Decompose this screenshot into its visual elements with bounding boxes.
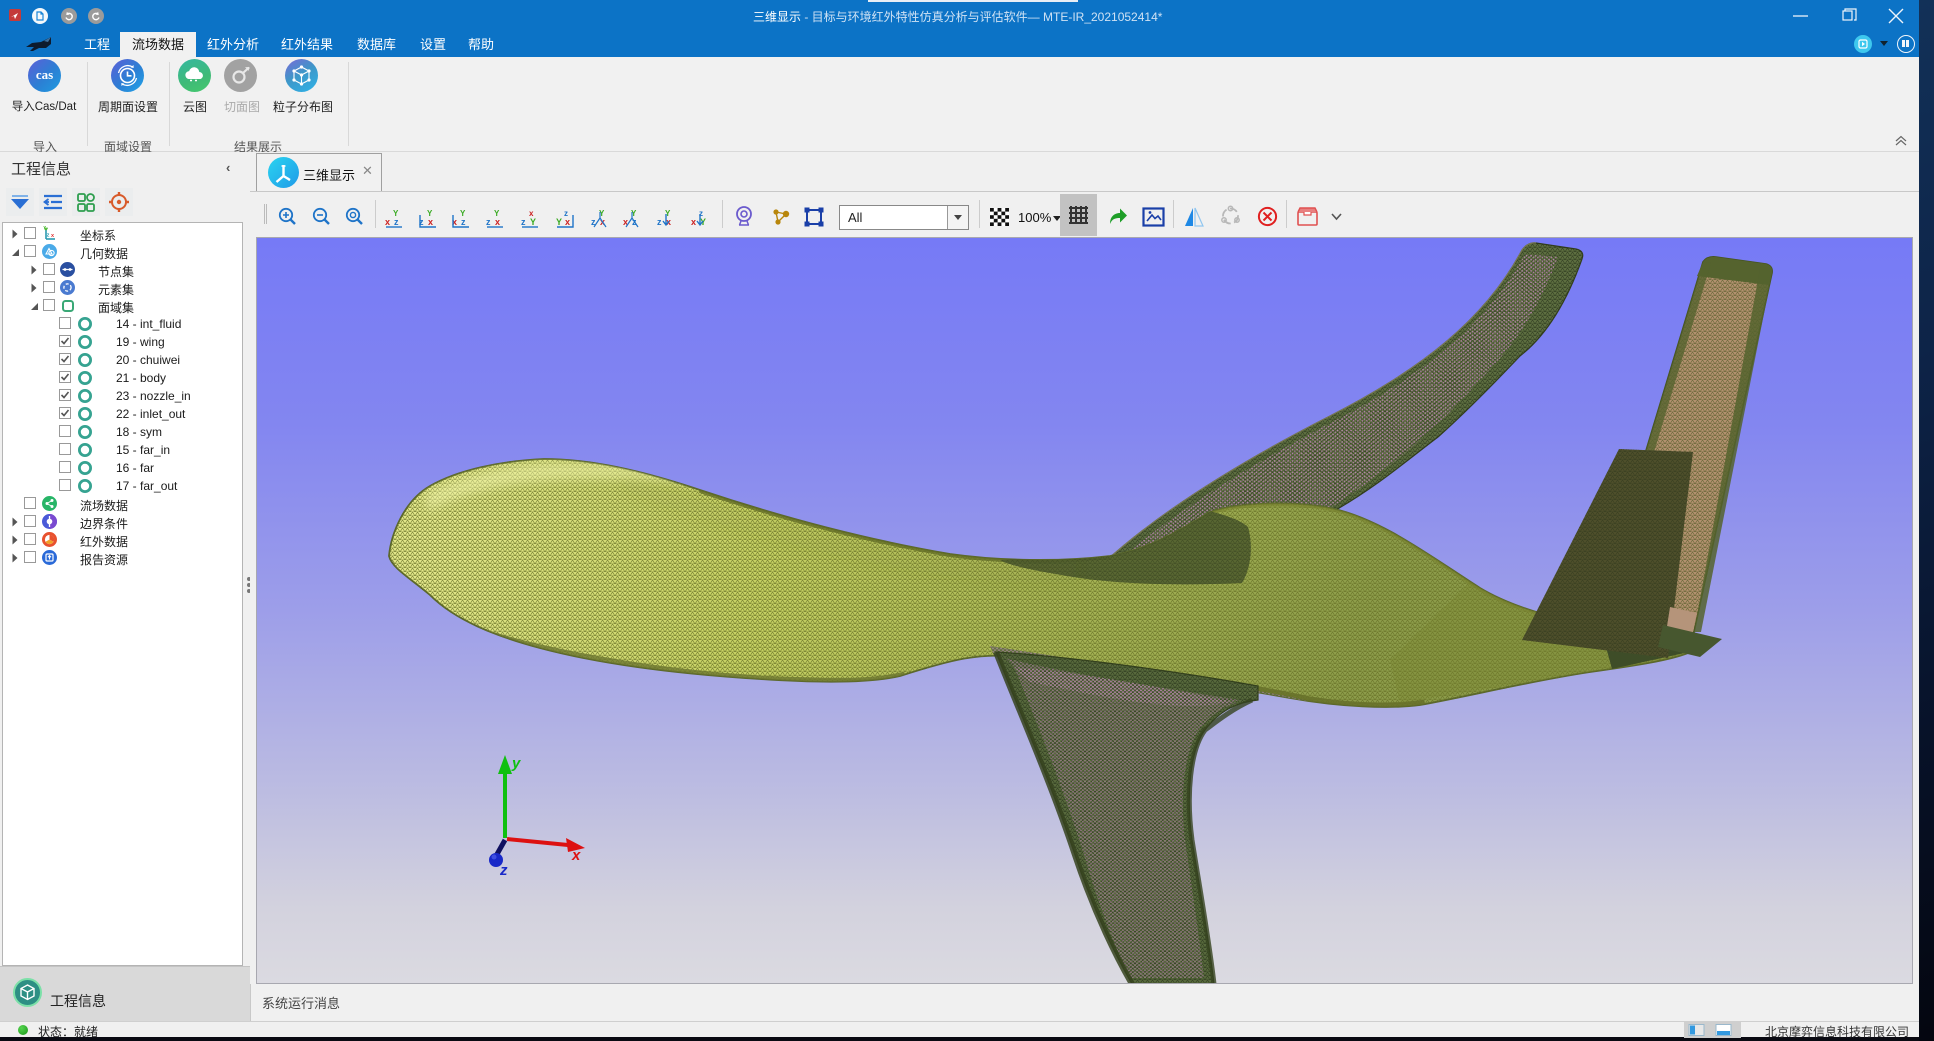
svg-text:x: x: [385, 217, 390, 227]
svg-text:x: x: [428, 217, 433, 227]
svg-text:z: z: [486, 217, 491, 227]
svg-text:Y: Y: [530, 217, 536, 227]
svg-text:z: z: [394, 217, 399, 227]
svg-text:x: x: [565, 217, 570, 227]
svg-text:z: z: [461, 217, 466, 227]
svg-text:z: z: [521, 217, 526, 227]
svg-text:x: x: [691, 217, 696, 227]
svg-text:Y: Y: [556, 217, 562, 227]
svg-text:z: z: [499, 862, 508, 879]
svg-text:x: x: [51, 233, 55, 239]
svg-text:z: z: [657, 217, 662, 227]
svg-text:z: z: [47, 233, 50, 239]
svg-text:y: y: [511, 755, 521, 772]
svg-text:x: x: [571, 847, 581, 864]
svg-text:x: x: [495, 217, 500, 227]
